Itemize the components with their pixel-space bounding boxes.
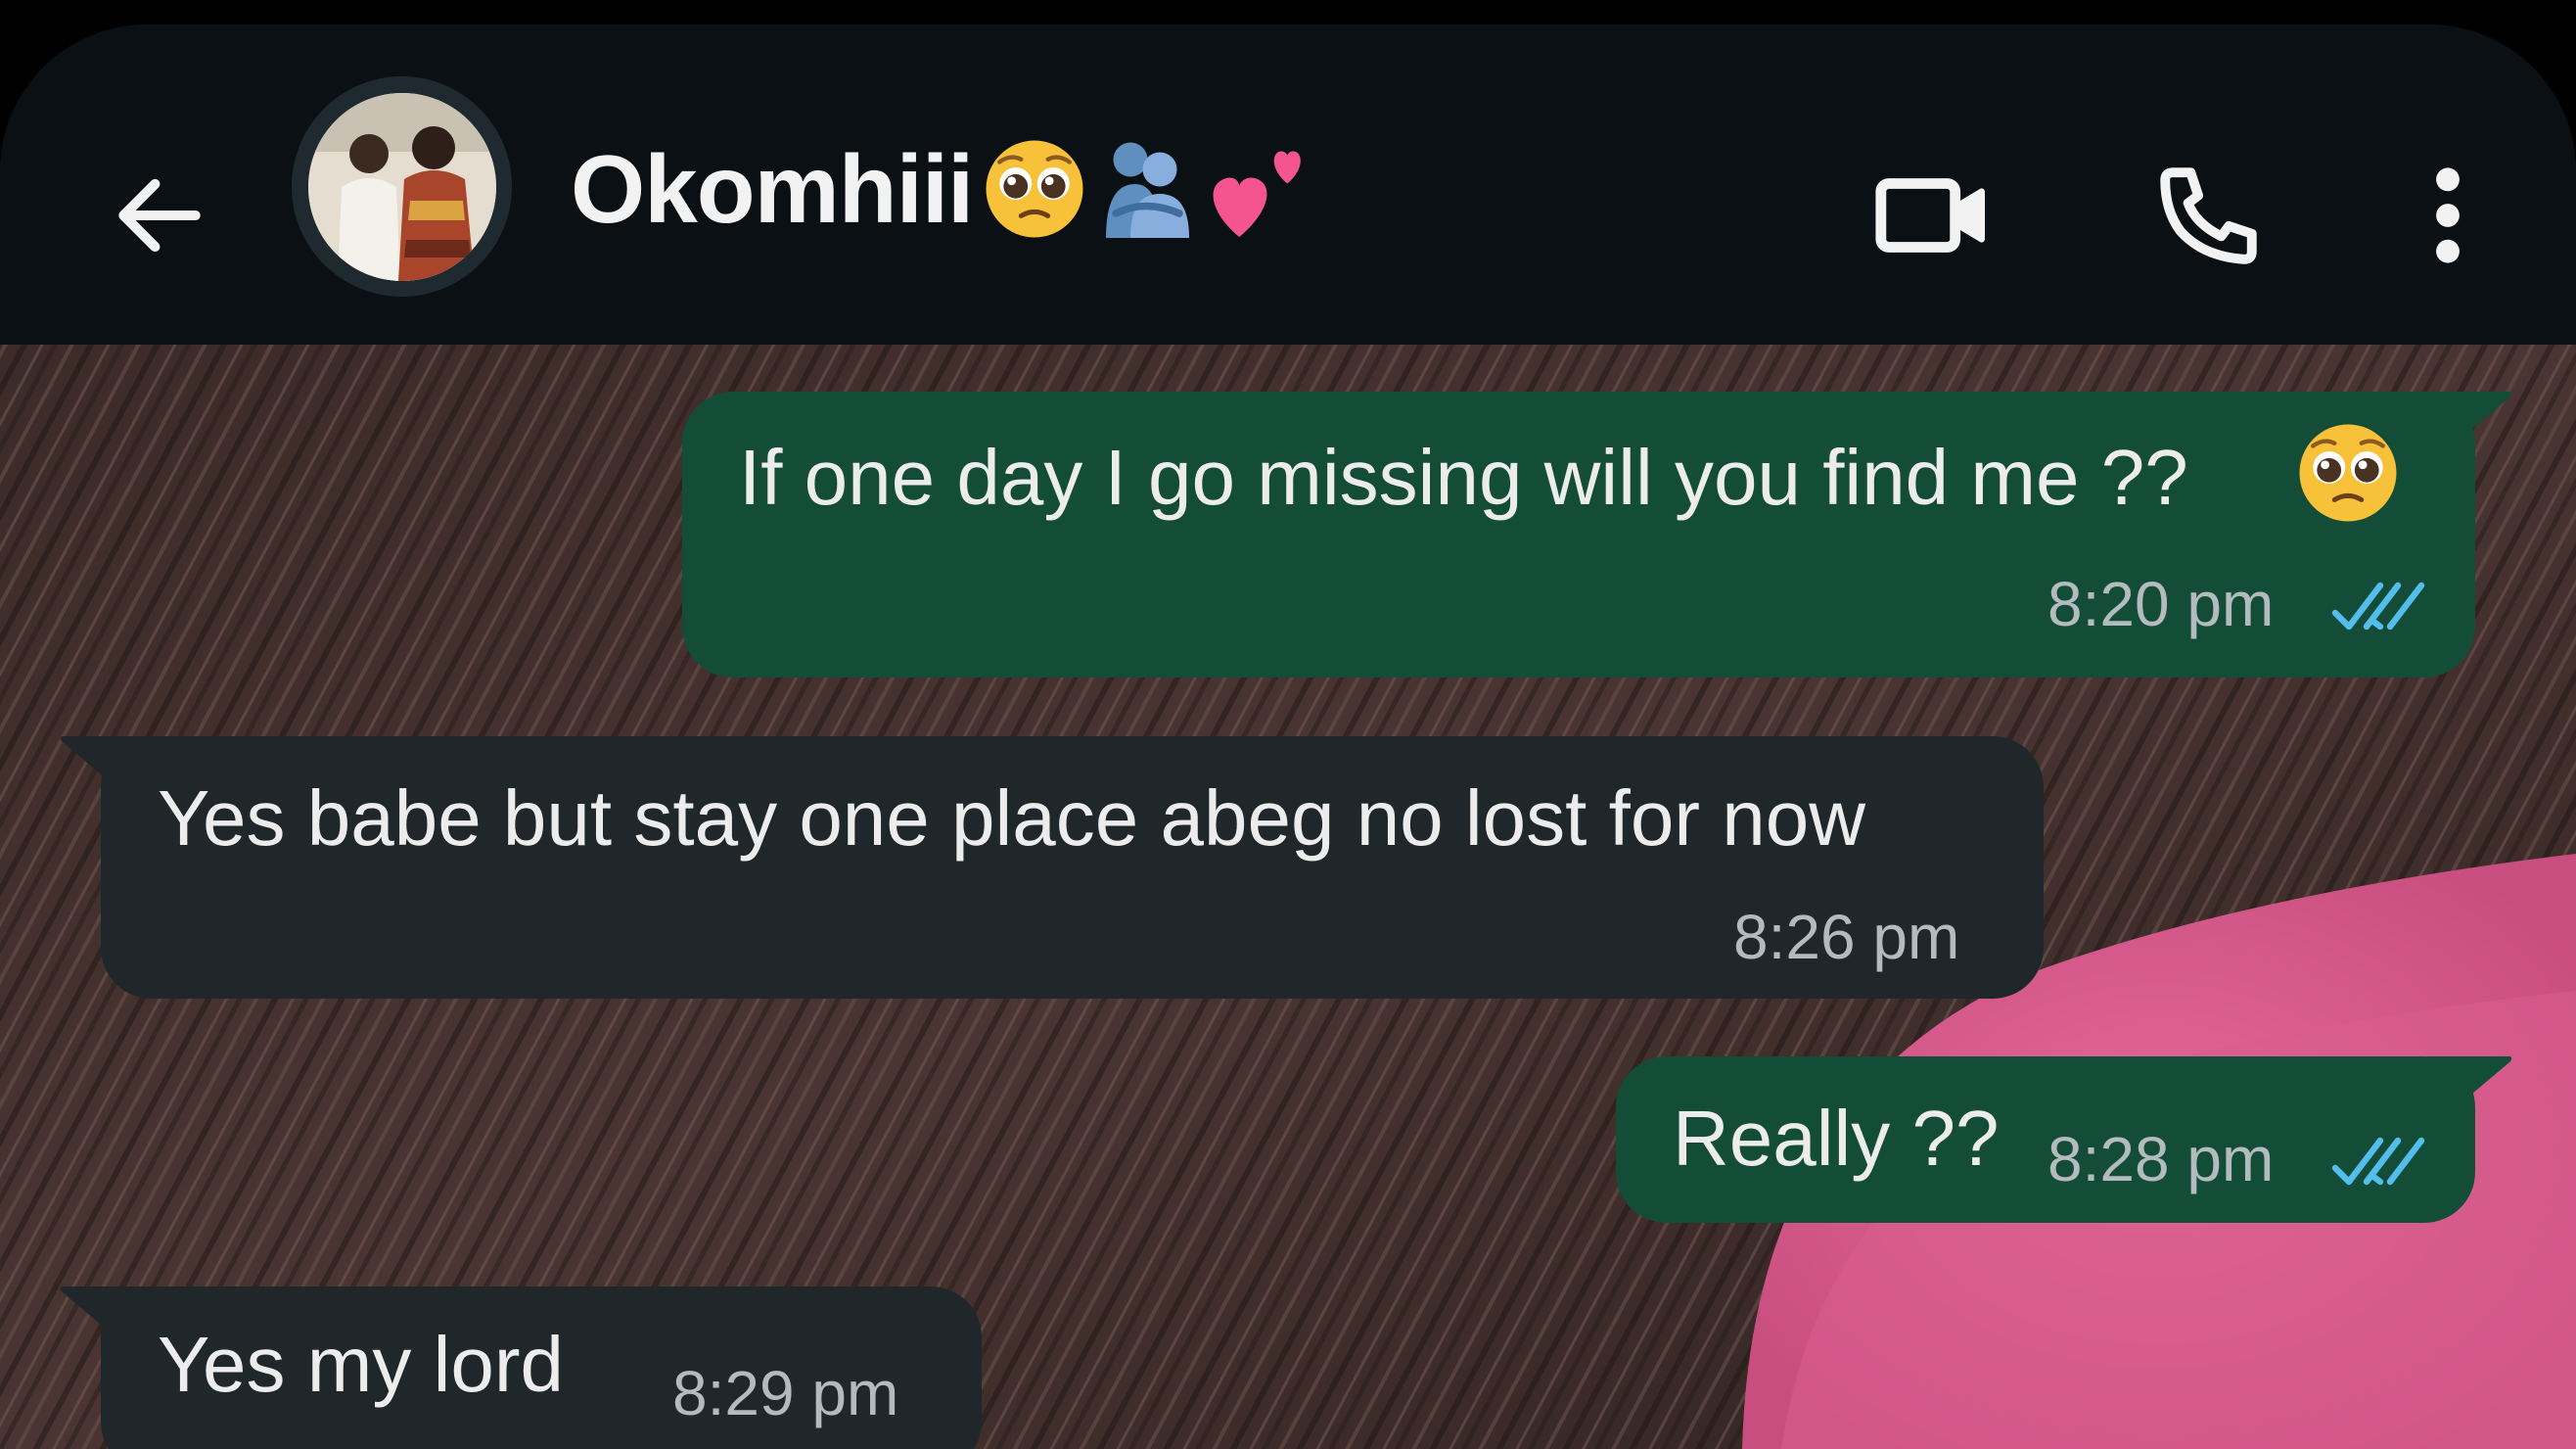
video-camera-icon <box>1875 178 1985 253</box>
message-text: Really ?? <box>1673 1095 2000 1182</box>
bubble-tail <box>60 736 145 795</box>
bubble-tail <box>2427 1056 2512 1115</box>
message-text: Yes babe but stay one place abeg no lost… <box>158 774 1865 862</box>
bubble-tail <box>60 1286 145 1345</box>
message-time: 8:29 pm <box>672 1358 899 1428</box>
message-bubble-outgoing[interactable]: Really ?? 8:28 pm <box>1616 1056 2475 1223</box>
contact-name-text: Okomhiii <box>571 134 974 243</box>
contact-name[interactable]: Okomhiii <box>571 130 1319 248</box>
message-bubble-incoming[interactable]: Yes babe but stay one place abeg no lost… <box>101 736 2044 999</box>
avatar-photo <box>307 92 496 281</box>
avatar <box>307 92 496 281</box>
message-bubble-outgoing[interactable]: If one day I go missing will you find me… <box>682 392 2475 678</box>
chat-area[interactable]: If one day I go missing will you find me… <box>0 345 2576 1449</box>
bubble-tail <box>2427 392 2512 450</box>
pleading-face-icon <box>2294 419 2402 532</box>
video-call-button[interactable] <box>1861 142 2007 289</box>
message-time: 8:26 pm <box>1733 902 1960 972</box>
double-check-read-icon <box>2331 582 2425 631</box>
message-text: If one day I go missing will you find me… <box>739 434 2188 521</box>
message-time: 8:28 pm <box>2047 1124 2275 1194</box>
phone-frame: Okomhiii If one day I go missing will yo… <box>0 24 2576 1449</box>
message-time: 8:20 pm <box>2047 569 2275 639</box>
phone-icon <box>2159 166 2257 264</box>
chat-header: Okomhiii <box>0 24 2576 345</box>
two-hearts-icon <box>1202 135 1319 243</box>
more-options-button[interactable] <box>2374 142 2521 289</box>
contact-avatar[interactable] <box>292 76 512 297</box>
pleading-face-icon <box>981 135 1088 243</box>
double-check-read-icon <box>2331 1137 2425 1186</box>
voice-call-button[interactable] <box>2135 142 2281 289</box>
message-text: Yes my lord <box>158 1321 564 1408</box>
more-vertical-icon <box>2436 167 2460 263</box>
people-hugging-icon <box>1096 135 1194 243</box>
back-button[interactable] <box>86 142 233 289</box>
message-bubble-incoming[interactable]: Yes my lord 8:29 pm <box>101 1286 982 1449</box>
arrow-left-icon <box>118 178 201 253</box>
